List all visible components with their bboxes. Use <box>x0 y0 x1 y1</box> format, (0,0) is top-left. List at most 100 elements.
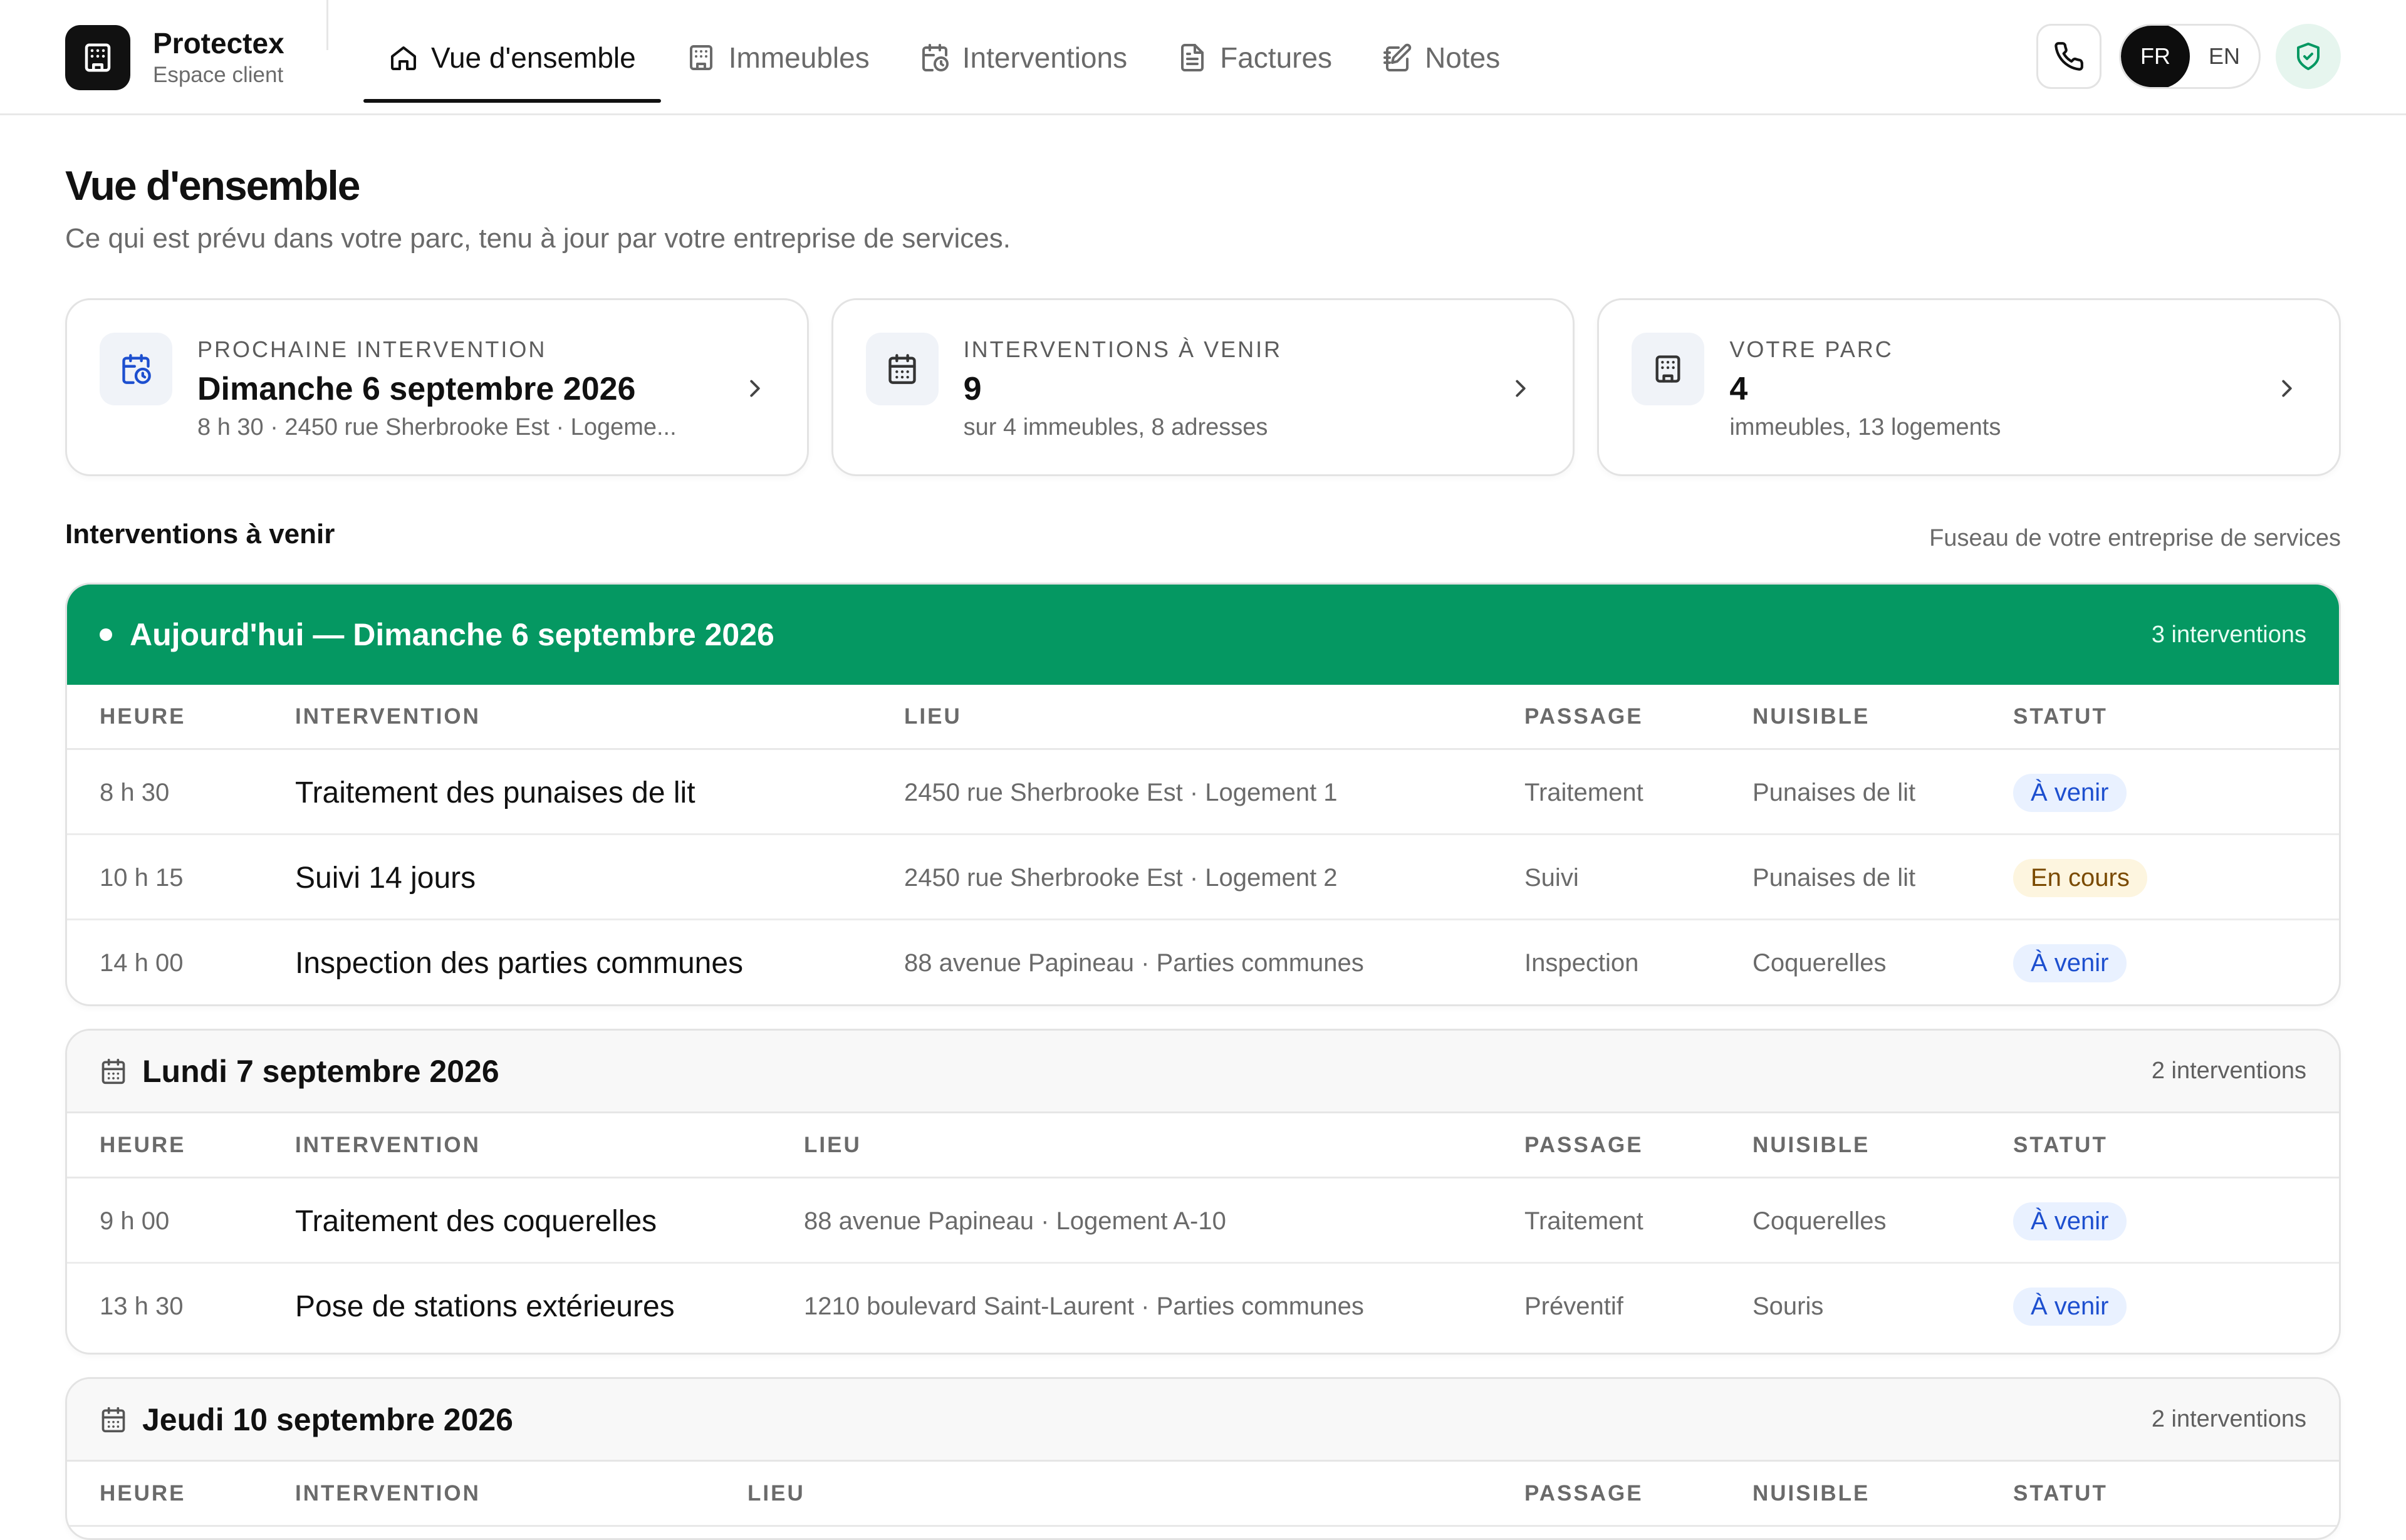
chevron-right-icon <box>750 380 760 397</box>
col-statut: STATUT <box>2013 1480 2108 1506</box>
cell-time: 13 h 30 <box>100 1292 184 1320</box>
main-nav: Vue d'ensemble Immeubles Interventions F… <box>363 0 1525 115</box>
cell-place: 1210 boulevard Saint-Laurent · Parties c… <box>804 1292 1364 1320</box>
card-detail: sur 4 immeubles, 8 adresses <box>963 414 1268 440</box>
col-heure: HEURE <box>100 704 186 729</box>
brand-name: Protectex <box>153 27 284 60</box>
status-badge: À venir <box>2013 1287 2127 1326</box>
cell-time: 8 h 30 <box>100 778 170 806</box>
portfolio-card[interactable]: VOTRE PARC 4 immeubles, 13 logements <box>1597 298 2341 476</box>
card-value: 4 <box>1729 371 1748 407</box>
nav-label: Notes <box>1425 41 1501 74</box>
nav-item-buildings[interactable]: Immeubles <box>661 0 895 115</box>
day-header: Jeudi 10 septembre 2026 2 interventions <box>67 1379 2339 1462</box>
table-row[interactable]: 8 h 30 Traitement des punaises de lit 24… <box>67 750 2339 835</box>
day-group-thursday: Jeudi 10 septembre 2026 2 interventions … <box>65 1377 2341 1540</box>
top-bar: Protectex Espace client Vue d'ensemble I… <box>0 0 2406 115</box>
col-nuisible: NUISIBLE <box>1752 1132 1870 1157</box>
phone-icon <box>2054 42 2083 71</box>
cell-pest: Souris <box>1752 1292 1824 1320</box>
section-title: Interventions à venir <box>65 519 335 549</box>
building-icon <box>689 45 712 70</box>
top-actions: FR EN <box>2036 24 2341 89</box>
phone-button[interactable] <box>2036 24 2101 89</box>
col-lieu: LIEU <box>904 704 962 729</box>
nav-item-overview[interactable]: Vue d'ensemble <box>363 0 661 115</box>
card-label: VOTRE PARC <box>1729 336 1893 362</box>
security-button[interactable] <box>2276 24 2341 89</box>
nav-label: Immeubles <box>728 41 870 74</box>
calendar-clock-icon <box>922 44 949 71</box>
cell-intervention: Suivi 14 jours <box>295 861 476 895</box>
table-row[interactable]: 9 h 00 Traitement des coquerelles 88 ave… <box>67 1178 2339 1264</box>
day-count: 2 interventions <box>2151 1058 2306 1084</box>
upcoming-interventions-card[interactable]: INTERVENTIONS À VENIR 9 sur 4 immeubles,… <box>831 298 1575 476</box>
cell-passage: Traitement <box>1524 1207 1643 1235</box>
day-group-monday: Lundi 7 septembre 2026 2 interventions H… <box>65 1029 2341 1355</box>
next-intervention-card[interactable]: PROCHAINE INTERVENTION Dimanche 6 septem… <box>65 298 809 476</box>
page-subtitle: Ce qui est prévu dans votre parc, tenu à… <box>65 223 1011 254</box>
notebook-icon <box>1383 43 1412 71</box>
cell-intervention: Inspection des parties communes <box>295 946 744 980</box>
status-badge: En cours <box>2013 858 2147 897</box>
chevron-right-icon <box>1516 380 1526 397</box>
nav-item-interventions[interactable]: Interventions <box>895 0 1152 115</box>
home-icon <box>391 46 416 70</box>
cell-time: 10 h 15 <box>100 863 184 892</box>
card-detail: 8 h 30 · 2450 rue Sherbrooke Est · Logem… <box>197 414 677 440</box>
card-value: 9 <box>963 371 982 407</box>
lang-en-button[interactable]: EN <box>2190 26 2259 87</box>
nav-item-notes[interactable]: Notes <box>1357 0 1525 115</box>
day-title: Lundi 7 septembre 2026 <box>142 1053 499 1089</box>
calendar-icon <box>102 1058 125 1084</box>
col-statut: STATUT <box>2013 704 2108 729</box>
col-passage: PASSAGE <box>1524 704 1643 729</box>
building-icon <box>1632 333 1705 405</box>
day-count: 2 interventions <box>2151 1406 2306 1432</box>
cell-place: 2450 rue Sherbrooke Est · Logement 1 <box>904 778 1338 806</box>
table-row[interactable]: 10 h 15 Suivi 14 jours 2450 rue Sherbroo… <box>67 835 2339 920</box>
chevron-right-icon <box>2282 380 2292 397</box>
cell-passage: Suivi <box>1524 863 1579 892</box>
today-dot-icon <box>100 628 112 641</box>
cell-place: 88 avenue Papineau · Logement A-10 <box>804 1207 1226 1235</box>
col-lieu: LIEU <box>747 1480 805 1506</box>
day-header: Lundi 7 septembre 2026 2 interventions <box>67 1031 2339 1113</box>
cell-passage: Inspection <box>1524 949 1639 977</box>
cell-passage: Traitement <box>1524 778 1643 806</box>
nav-label: Factures <box>1220 41 1333 74</box>
col-statut: STATUT <box>2013 1132 2108 1157</box>
status-badge: À venir <box>2013 944 2127 982</box>
cell-intervention: Pose de stations extérieures <box>295 1289 675 1323</box>
cell-pest: Punaises de lit <box>1752 863 1916 892</box>
cell-passage: Préventif <box>1524 1292 1623 1320</box>
col-nuisible: NUISIBLE <box>1752 704 1870 729</box>
col-passage: PASSAGE <box>1524 1480 1643 1506</box>
card-value: Dimanche 6 septembre 2026 <box>197 371 636 407</box>
shield-check-icon <box>2297 43 2320 70</box>
nav-item-invoices[interactable]: Factures <box>1152 0 1357 115</box>
card-label: PROCHAINE INTERVENTION <box>197 336 547 362</box>
file-icon <box>1181 44 1204 71</box>
table-row[interactable]: 13 h 30 Pose de stations extérieures 121… <box>67 1264 2339 1349</box>
day-title: Aujourd'hui — Dimanche 6 septembre 2026 <box>130 617 774 652</box>
card-label: INTERVENTIONS À VENIR <box>963 336 1283 362</box>
calendar-icon <box>865 333 939 405</box>
table-row[interactable]: 14 h 00 Inspection des parties communes … <box>67 920 2339 1004</box>
cell-time: 9 h 00 <box>100 1207 170 1235</box>
cell-place: 88 avenue Papineau · Parties communes <box>904 949 1364 977</box>
lang-fr-button[interactable]: FR <box>2121 26 2190 87</box>
page-title: Vue d'ensemble <box>65 162 360 209</box>
nav-label: Interventions <box>962 41 1128 74</box>
calendar-icon <box>102 1407 125 1432</box>
day-title: Jeudi 10 septembre 2026 <box>142 1402 513 1437</box>
cell-pest: Punaises de lit <box>1752 778 1916 806</box>
brand[interactable]: Protectex Espace client <box>65 25 284 90</box>
col-intervention: INTERVENTION <box>295 1480 481 1506</box>
cell-time: 14 h 00 <box>100 949 184 977</box>
day-group-today: Aujourd'hui — Dimanche 6 septembre 2026 … <box>65 583 2341 1006</box>
status-badge: À venir <box>2013 773 2127 812</box>
nav-label: Vue d'ensemble <box>431 41 636 74</box>
col-nuisible: NUISIBLE <box>1752 1480 1870 1506</box>
brand-subtitle: Espace client <box>153 63 284 87</box>
